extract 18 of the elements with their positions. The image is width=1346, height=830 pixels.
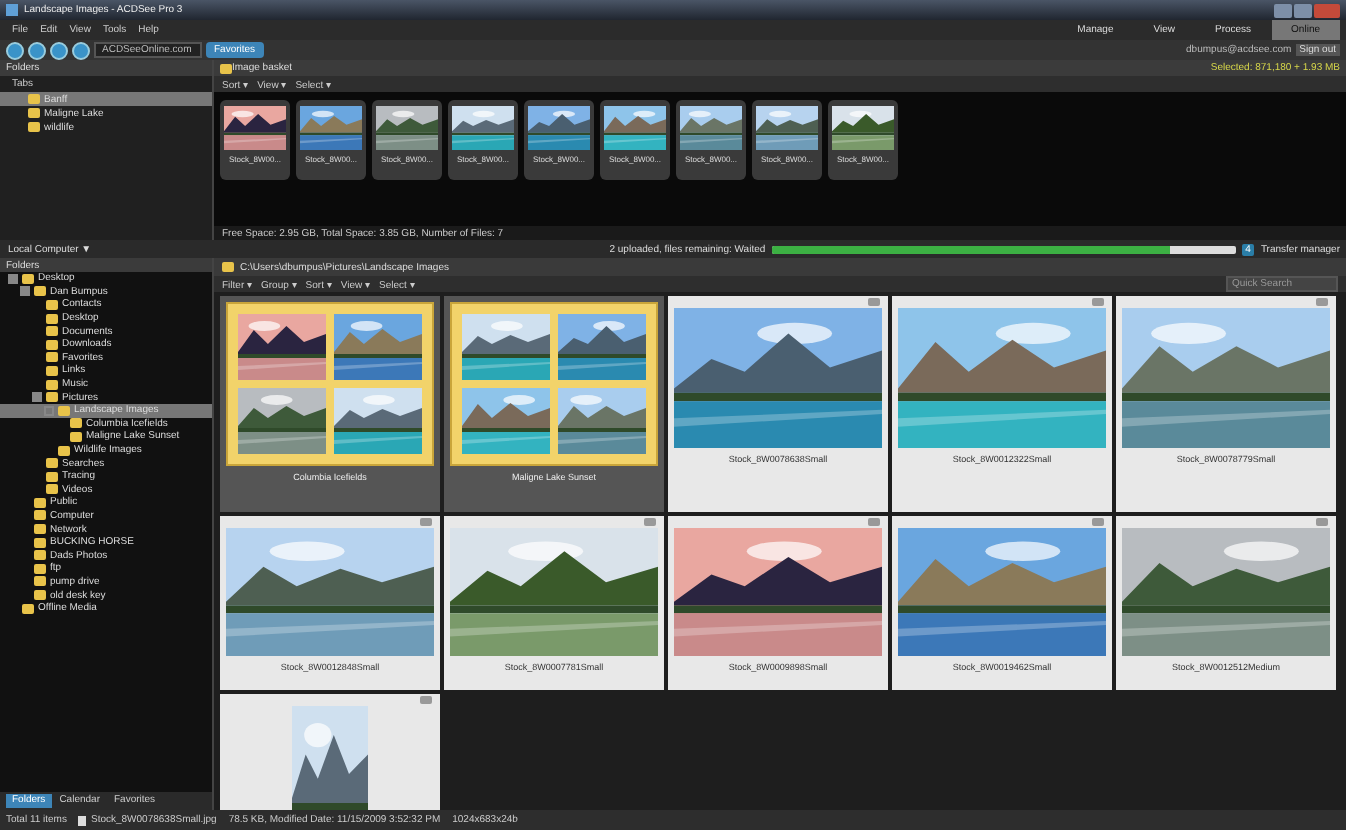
file-icon [78,815,87,825]
tag-icon [1316,298,1328,306]
tag-icon [1092,298,1104,306]
minimize-button[interactable] [1274,3,1292,17]
folder-icon [220,63,232,73]
tag-icon [420,518,432,526]
tag-icon [420,696,432,704]
app-icon [6,4,18,16]
tag-icon [1316,518,1328,526]
tag-icon [1092,518,1104,526]
tag-icon [868,518,880,526]
expander-icon[interactable] [32,392,42,403]
folder-icon [222,262,234,272]
tag-icon [644,518,656,526]
tag-icon [868,298,880,306]
maximize-button[interactable] [1294,3,1312,17]
expander-icon[interactable] [20,286,30,297]
expander-icon[interactable] [8,273,18,284]
